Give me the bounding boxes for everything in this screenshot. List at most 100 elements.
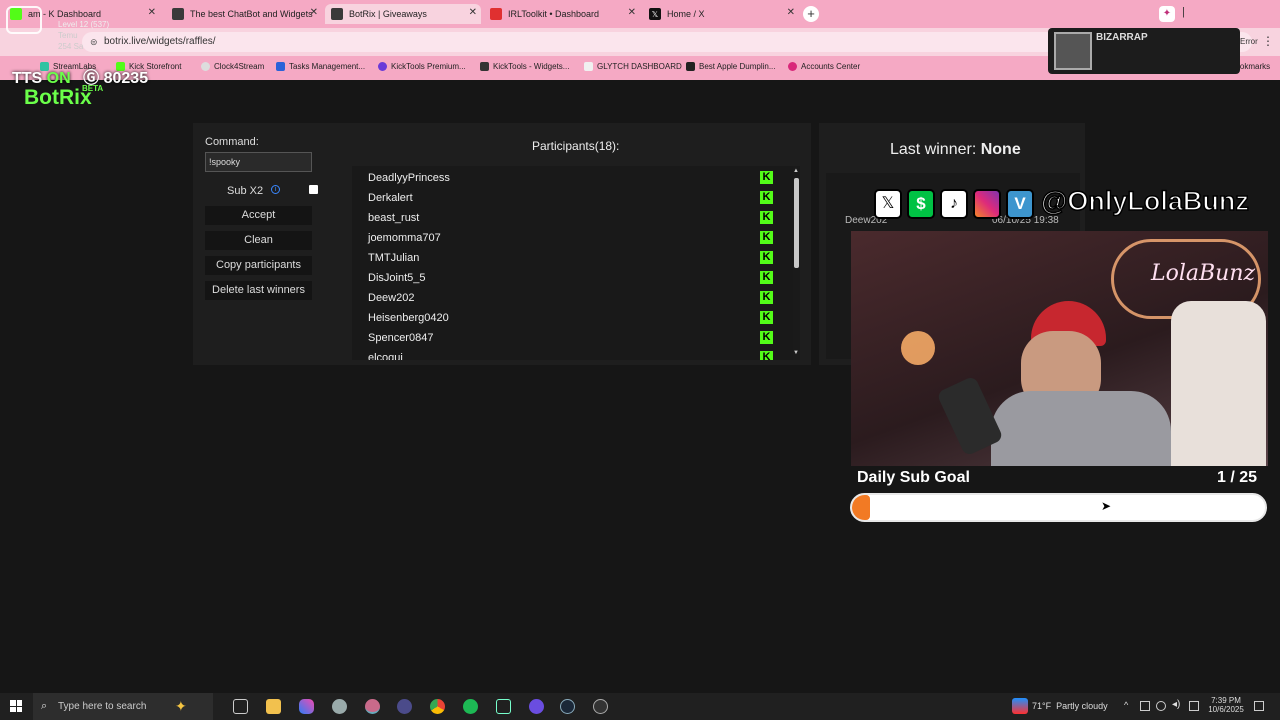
tts-status: TTS ON Ⓖ 80235 [12, 64, 148, 88]
bookmark-label: KickTools Premium... [391, 62, 466, 71]
taskbar-search-input[interactable]: ⌕ Type here to search ✦ [33, 693, 213, 720]
level-sub-text: Temu [58, 31, 78, 40]
search-placeholder: Type here to search [58, 701, 147, 712]
bookmark-kicktools-widgets[interactable]: KickTools - Widgets... [480, 62, 569, 71]
spotify-icon[interactable] [463, 699, 478, 714]
scrollbar[interactable]: ▲ ▼ [793, 166, 800, 360]
notifications-icon[interactable] [1254, 701, 1264, 711]
copy-participants-button[interactable]: Copy participants [205, 256, 312, 275]
bus-icon [6, 6, 42, 34]
command-input[interactable]: !spooky [205, 152, 312, 172]
menu-icon[interactable]: ⋮ [1262, 34, 1274, 48]
volume-icon[interactable]: ◂) [1172, 699, 1180, 710]
kick-icon: K [760, 351, 773, 360]
last-winner-value: None [980, 141, 1021, 158]
new-tab-button[interactable]: + [803, 6, 819, 22]
participants-title: Participants(18): [532, 139, 620, 153]
bookmark-glytch[interactable]: GLYTCH DASHBOARD [584, 62, 682, 71]
tab-title: Home / X [667, 9, 705, 19]
bookmark-label: GLYTCH DASHBOARD [597, 62, 682, 71]
bookmark-accounts-center[interactable]: Accounts Center [788, 62, 860, 71]
participant-name: beast_rust [368, 212, 420, 224]
info-icon[interactable]: i [271, 185, 280, 194]
tab-title: The best ChatBot and Widgets [190, 9, 313, 19]
steam-icon[interactable] [560, 699, 575, 714]
gemini-icon[interactable]: ✦ [1159, 6, 1175, 22]
participant-name: joemomma707 [368, 232, 441, 244]
tiktok-icon: ♪ [940, 189, 968, 219]
chrome-icon[interactable] [430, 699, 445, 714]
level-text: Level 12 (537) [58, 20, 110, 29]
goal-count: 1 / 25 [1217, 469, 1258, 486]
participant-name: elcoqui [368, 352, 403, 360]
kick-icon: K [760, 331, 773, 344]
taskbar: ⌕ Type here to search ✦ 71°F Partly clou… [0, 693, 1280, 720]
discord-icon[interactable] [529, 699, 544, 714]
tts-label: TTS [12, 70, 43, 87]
clock-time: 7:39 PM [1211, 696, 1241, 705]
tab-title: IRLToolkit • Dashboard [508, 9, 600, 19]
tab-title: BotRix | Giveaways [349, 9, 427, 19]
scroll-up-icon[interactable]: ▲ [793, 168, 799, 174]
scroll-down-icon[interactable]: ▼ [793, 350, 799, 356]
bookmark-tasks[interactable]: Tasks Management... [276, 62, 365, 71]
windows-start-icon[interactable] [10, 700, 22, 712]
weather-icon[interactable] [1012, 698, 1028, 714]
bookmark-kicktools-premium[interactable]: KickTools Premium... [378, 62, 466, 71]
chrome-profile-icon[interactable] [365, 699, 380, 714]
weather-text[interactable]: 71°F Partly cloudy [1032, 701, 1108, 711]
chevron-up-icon[interactable]: ^ [1124, 700, 1128, 710]
bookmark-apple-dumpling[interactable]: Best Apple Dumplin... [686, 62, 775, 71]
botrix-icon [172, 8, 184, 20]
search-icon: ⌕ [41, 700, 48, 712]
search-highlight-icon: ✦ [175, 698, 187, 714]
participant-name: TMTJulian [368, 252, 420, 264]
sub-x2-checkbox[interactable] [309, 185, 318, 194]
delete-last-winners-button[interactable]: Delete last winners [205, 281, 312, 300]
tray-icon[interactable] [1140, 701, 1150, 711]
recipe-icon [686, 62, 695, 71]
close-icon[interactable]: ✕ [310, 7, 318, 18]
tts-state: ON [46, 70, 71, 87]
close-icon[interactable]: ✕ [628, 7, 636, 18]
bookmark-label: Accounts Center [801, 62, 861, 71]
app-icon[interactable] [397, 699, 412, 714]
tray-icon[interactable] [1156, 701, 1166, 711]
bookmark-label: Clock4Stream [214, 62, 265, 71]
clock[interactable]: 7:39 PM 10/6/2025 [1206, 696, 1246, 714]
tab-botrix-giveaways[interactable]: BotRix | Giveaways ✕ [325, 4, 481, 24]
error-badge[interactable]: Error [1240, 37, 1258, 46]
participants-list: DeadlyyPrincess K Derkalert K beast_rust… [352, 166, 800, 360]
venmo-icon: V [1006, 189, 1034, 219]
bookmark-label: Best Apple Dumplin... [699, 62, 776, 71]
level-sub-text: 254 Sa [58, 42, 84, 51]
points-value: 80235 [103, 70, 149, 87]
close-icon[interactable]: ✕ [469, 7, 477, 18]
task-view-icon[interactable] [233, 699, 248, 714]
tab-irltoolkit[interactable]: IRLToolkit • Dashboard ✕ [484, 4, 640, 24]
browser-tab-bar: am - K Dashboard ✕ The best ChatBot and … [0, 0, 1280, 28]
app-icon[interactable] [332, 699, 347, 714]
network-icon[interactable] [1189, 701, 1199, 711]
tab-chatbot[interactable]: The best ChatBot and Widgets ✕ [166, 4, 322, 24]
xbox-icon[interactable] [496, 699, 511, 714]
command-label: Command: [205, 136, 259, 148]
scrollbar-thumb[interactable] [794, 178, 799, 268]
obs-icon[interactable] [593, 699, 608, 714]
cashapp-icon: $ [907, 189, 935, 219]
goal-progress-bar [850, 493, 1267, 522]
accept-button[interactable]: Accept [205, 206, 312, 225]
bookmark-clock4stream[interactable]: Clock4Stream [201, 62, 264, 71]
clean-button[interactable]: Clean [205, 231, 312, 250]
copilot-icon[interactable] [299, 699, 314, 714]
x-icon: 𝕏 [649, 8, 661, 20]
sub-x2-label: Sub X2 [227, 185, 264, 197]
botrix-icon [331, 8, 343, 20]
tab-x-home[interactable]: 𝕏 Home / X ✕ [643, 4, 799, 24]
tab-search-icon[interactable]: | [1182, 6, 1185, 18]
file-explorer-icon[interactable] [266, 699, 281, 714]
close-icon[interactable]: ✕ [787, 7, 795, 18]
grid-icon [480, 62, 489, 71]
social-handle: @OnlyLolaBunz [1040, 185, 1249, 217]
kick-icon: K [760, 271, 773, 284]
